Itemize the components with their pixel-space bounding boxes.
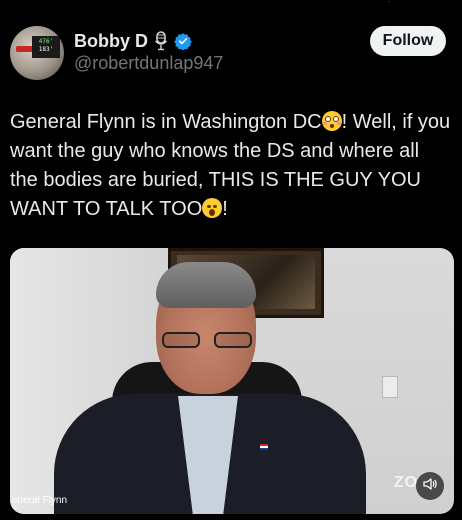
- sound-toggle-button[interactable]: [416, 472, 444, 500]
- tweet-text-part3: !: [222, 198, 228, 220]
- tweet-header: 476' 183' Bobby D @robertdunlap947 Follo…: [8, 20, 454, 82]
- person-glasses: [162, 332, 252, 348]
- follow-button[interactable]: Follow: [370, 26, 446, 56]
- avatar-sign: 476' 183': [32, 36, 60, 58]
- person-hair: [156, 262, 256, 308]
- video-watermark: ZO: [393, 474, 418, 491]
- hushed-face-emoji-icon: [202, 198, 223, 218]
- avatar[interactable]: 476' 183': [10, 26, 64, 80]
- flushed-face-emoji-icon: [321, 111, 342, 131]
- speaker-sound-icon: [422, 476, 438, 497]
- author-name-row: Bobby D: [74, 30, 192, 52]
- video-player[interactable]: eneral Flynn ZO: [10, 248, 454, 514]
- microphone-icon: [154, 31, 168, 51]
- avatar-sign-line1: 476': [38, 38, 54, 45]
- flag-pin: [260, 444, 268, 450]
- video-name-caption: eneral Flynn: [12, 495, 68, 506]
- wall-outlet: [382, 376, 398, 398]
- author-display-name[interactable]: Bobby D: [74, 31, 148, 52]
- author-handle[interactable]: @robertdunlap947: [74, 53, 223, 74]
- avatar-sign-line2: 183': [38, 46, 54, 53]
- tweet-text: General Flynn is in Washington DC! Well,…: [10, 108, 452, 224]
- tweet-text-part1: General Flynn is in Washington DC: [10, 111, 322, 133]
- top-indicator: ·: [388, 0, 391, 6]
- verified-badge-icon: [174, 32, 192, 51]
